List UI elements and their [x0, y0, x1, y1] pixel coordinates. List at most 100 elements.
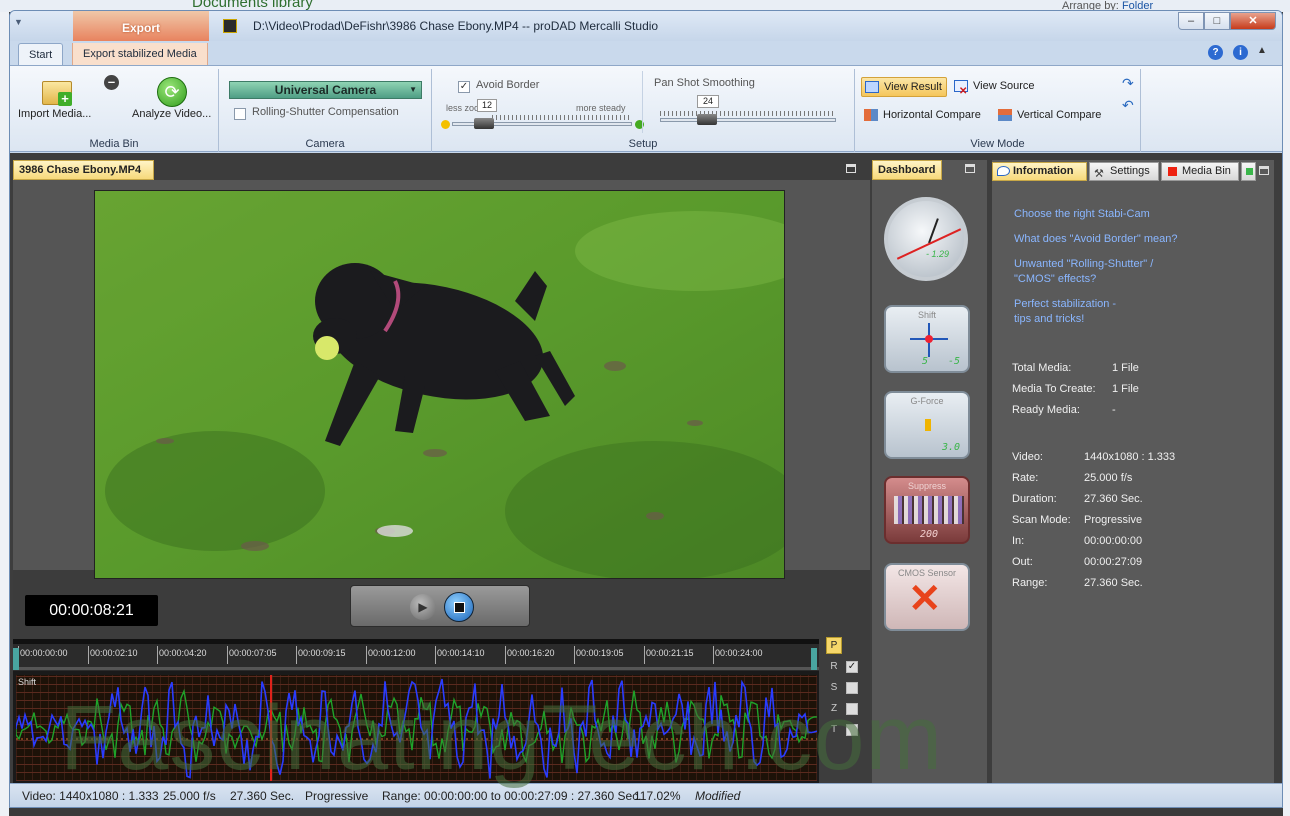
timeline-tick: 00:00:14:10 [435, 646, 485, 664]
group-setup: ✓ Avoid Border less zoom more steady 12 … [432, 69, 855, 152]
tab-start[interactable]: Start [18, 43, 64, 65]
range-start-handle[interactable] [13, 648, 19, 670]
background-left [0, 12, 9, 816]
tab-more[interactable] [1241, 162, 1256, 181]
tab-dashboard[interactable]: Dashboard [872, 160, 942, 180]
collapse-ribbon-icon[interactable]: ▲ [1257, 45, 1267, 56]
maximize-panel-icon[interactable] [846, 164, 856, 173]
speech-bubble-icon [997, 166, 1010, 176]
help-icon[interactable]: ? [1208, 45, 1223, 60]
timeline-range-bar [13, 667, 819, 670]
tab-export-stabilized-media[interactable]: Export stabilized Media [72, 43, 208, 65]
close-button[interactable]: ✕ [1230, 12, 1276, 30]
status-state: Modified [695, 789, 741, 803]
avoid-border-slider-thumb[interactable] [474, 118, 494, 129]
undo-icon[interactable]: ↷ [1122, 75, 1134, 92]
status-rate: 25.000 f/s [163, 789, 216, 803]
pan-smoothing-value: 24 [697, 95, 719, 108]
info-icon[interactable]: i [1233, 45, 1248, 60]
monitor-icon [865, 81, 879, 93]
rolling-shutter-checkbox[interactable] [234, 108, 246, 120]
camera-dropdown[interactable]: Universal Camera ▼ [229, 81, 422, 99]
link-rolling-shutter-2[interactable]: "CMOS" effects? [1014, 272, 1096, 287]
link-stabi-cam[interactable]: Choose the right Stabi-Cam [1014, 207, 1150, 222]
gforce-value: 3.0 [941, 442, 960, 453]
import-media-button[interactable]: Import Media... [18, 108, 91, 120]
status-scan: Progressive [305, 789, 369, 803]
link-tips-2[interactable]: tips and tricks! [1014, 312, 1084, 327]
timeline-tick: 00:00:09:15 [296, 646, 346, 664]
vertical-compare-button[interactable]: Vertical Compare [995, 106, 1115, 126]
tab-information[interactable]: Information [992, 162, 1087, 181]
video-panel: 3986 Chase Ebony.MP4 00:00:08:21 ▶ [13, 160, 870, 640]
stop-button[interactable] [444, 592, 474, 622]
stop-icon [454, 602, 465, 613]
video-file-tab[interactable]: 3986 Chase Ebony.MP4 [13, 160, 154, 180]
plus-icon: + [58, 92, 72, 106]
view-result-button[interactable]: View Result [861, 77, 947, 97]
quick-access-chevron-icon[interactable]: ▼ [14, 17, 30, 29]
range-end-handle[interactable] [811, 648, 817, 670]
video-frame-image [95, 191, 784, 578]
window-title: D:\Video\Prodad\DeFishr\3986 Chase Ebony… [253, 19, 659, 33]
link-rolling-shutter[interactable]: Unwanted "Rolling-Shutter" / [1014, 257, 1153, 272]
view-source-button[interactable]: ✕ View Source [951, 77, 1051, 97]
timeline-tick: 00:00:21:15 [644, 646, 694, 664]
analyze-refresh-icon[interactable]: ⟳ [157, 77, 187, 107]
link-avoid-border[interactable]: What does "Avoid Border" mean? [1014, 232, 1178, 247]
avoid-border-checkbox[interactable]: ✓ [458, 81, 470, 93]
group-label-view-mode: View Mode [970, 138, 1025, 150]
chevron-down-icon: ▼ [409, 85, 417, 94]
suppress-gauge: Suppress 200 [884, 476, 970, 544]
timeline-tick: 00:00:07:05 [227, 646, 277, 664]
shift-value-y: -5 [947, 356, 960, 367]
video-preview[interactable] [94, 190, 785, 579]
preset-p-button[interactable]: P [826, 637, 842, 654]
channel-r-checkbox[interactable]: ✓ [846, 661, 858, 673]
gforce-gauge: G-Force 3.0 [884, 391, 970, 459]
status-zoom: 117.02% [634, 789, 681, 803]
channel-r-label: R [830, 661, 838, 672]
remove-media-icon[interactable]: – [104, 75, 119, 90]
information-panel: Information ⚒ Settings Media Bin Choose t… [992, 160, 1274, 787]
split-vertical-icon [998, 109, 1012, 121]
group-media-bin: + Import Media... – ⟳ Analyze Video... M… [10, 69, 219, 152]
shift-gauge: Shift 5 -5 [884, 305, 970, 373]
pan-shot-smoothing-label: Pan Shot Smoothing [654, 77, 755, 89]
timeline-tick: 00:00:24:00 [713, 646, 763, 664]
group-label-setup: Setup [628, 138, 658, 150]
status-video: Video: 1440x1080 : 1.333 [22, 789, 159, 803]
redo-icon[interactable]: ↶ [1122, 97, 1134, 114]
tab-settings[interactable]: ⚒ Settings [1089, 162, 1159, 181]
more-steady-label: more steady [576, 103, 626, 113]
link-tips[interactable]: Perfect stabilization - [1014, 297, 1116, 312]
rotation-value: - 1.29 [926, 249, 950, 259]
analyze-video-button[interactable]: Analyze Video... [132, 108, 211, 120]
rolling-shutter-label: Rolling-Shutter Compensation [252, 106, 399, 118]
divider [642, 71, 643, 133]
pan-smoothing-slider[interactable] [660, 118, 836, 122]
play-button[interactable]: ▶ [410, 594, 436, 620]
maximize-button[interactable]: □ [1204, 12, 1230, 30]
green-square-icon [1246, 168, 1253, 175]
timeline-tick: 00:00:16:20 [505, 646, 555, 664]
timeline-tick: 00:00:00:00 [18, 646, 68, 664]
timeline-tick: 00:00:02:10 [88, 646, 138, 664]
timeline-ruler[interactable]: 00:00:00:00 00:00:02:10 00:00:04:20 00:0… [13, 639, 819, 671]
pan-smoothing-ticks [660, 111, 836, 116]
status-duration: 27.360 Sec. [230, 789, 295, 803]
tools-icon: ⚒ [1094, 168, 1104, 180]
avoid-border-ticks [492, 115, 632, 120]
maximize-panel-icon[interactable] [1259, 166, 1269, 175]
pan-smoothing-slider-thumb[interactable] [697, 114, 717, 125]
status-range: Range: 00:00:00:00 to 00:00:27:09 : 27.3… [382, 789, 642, 803]
tab-media-bin[interactable]: Media Bin [1161, 162, 1239, 181]
maximize-panel-icon[interactable] [965, 164, 975, 173]
horizontal-compare-button[interactable]: Horizontal Compare [861, 106, 991, 126]
transport-controls: ▶ [350, 585, 530, 627]
rotation-gauge: - 1.29 [884, 197, 968, 281]
avoid-border-value: 12 [477, 99, 497, 112]
export-context-tab[interactable]: Export [73, 11, 209, 41]
minimize-button[interactable]: – [1178, 12, 1204, 30]
group-camera: Universal Camera ▼ Rolling-Shutter Compen… [219, 69, 432, 152]
